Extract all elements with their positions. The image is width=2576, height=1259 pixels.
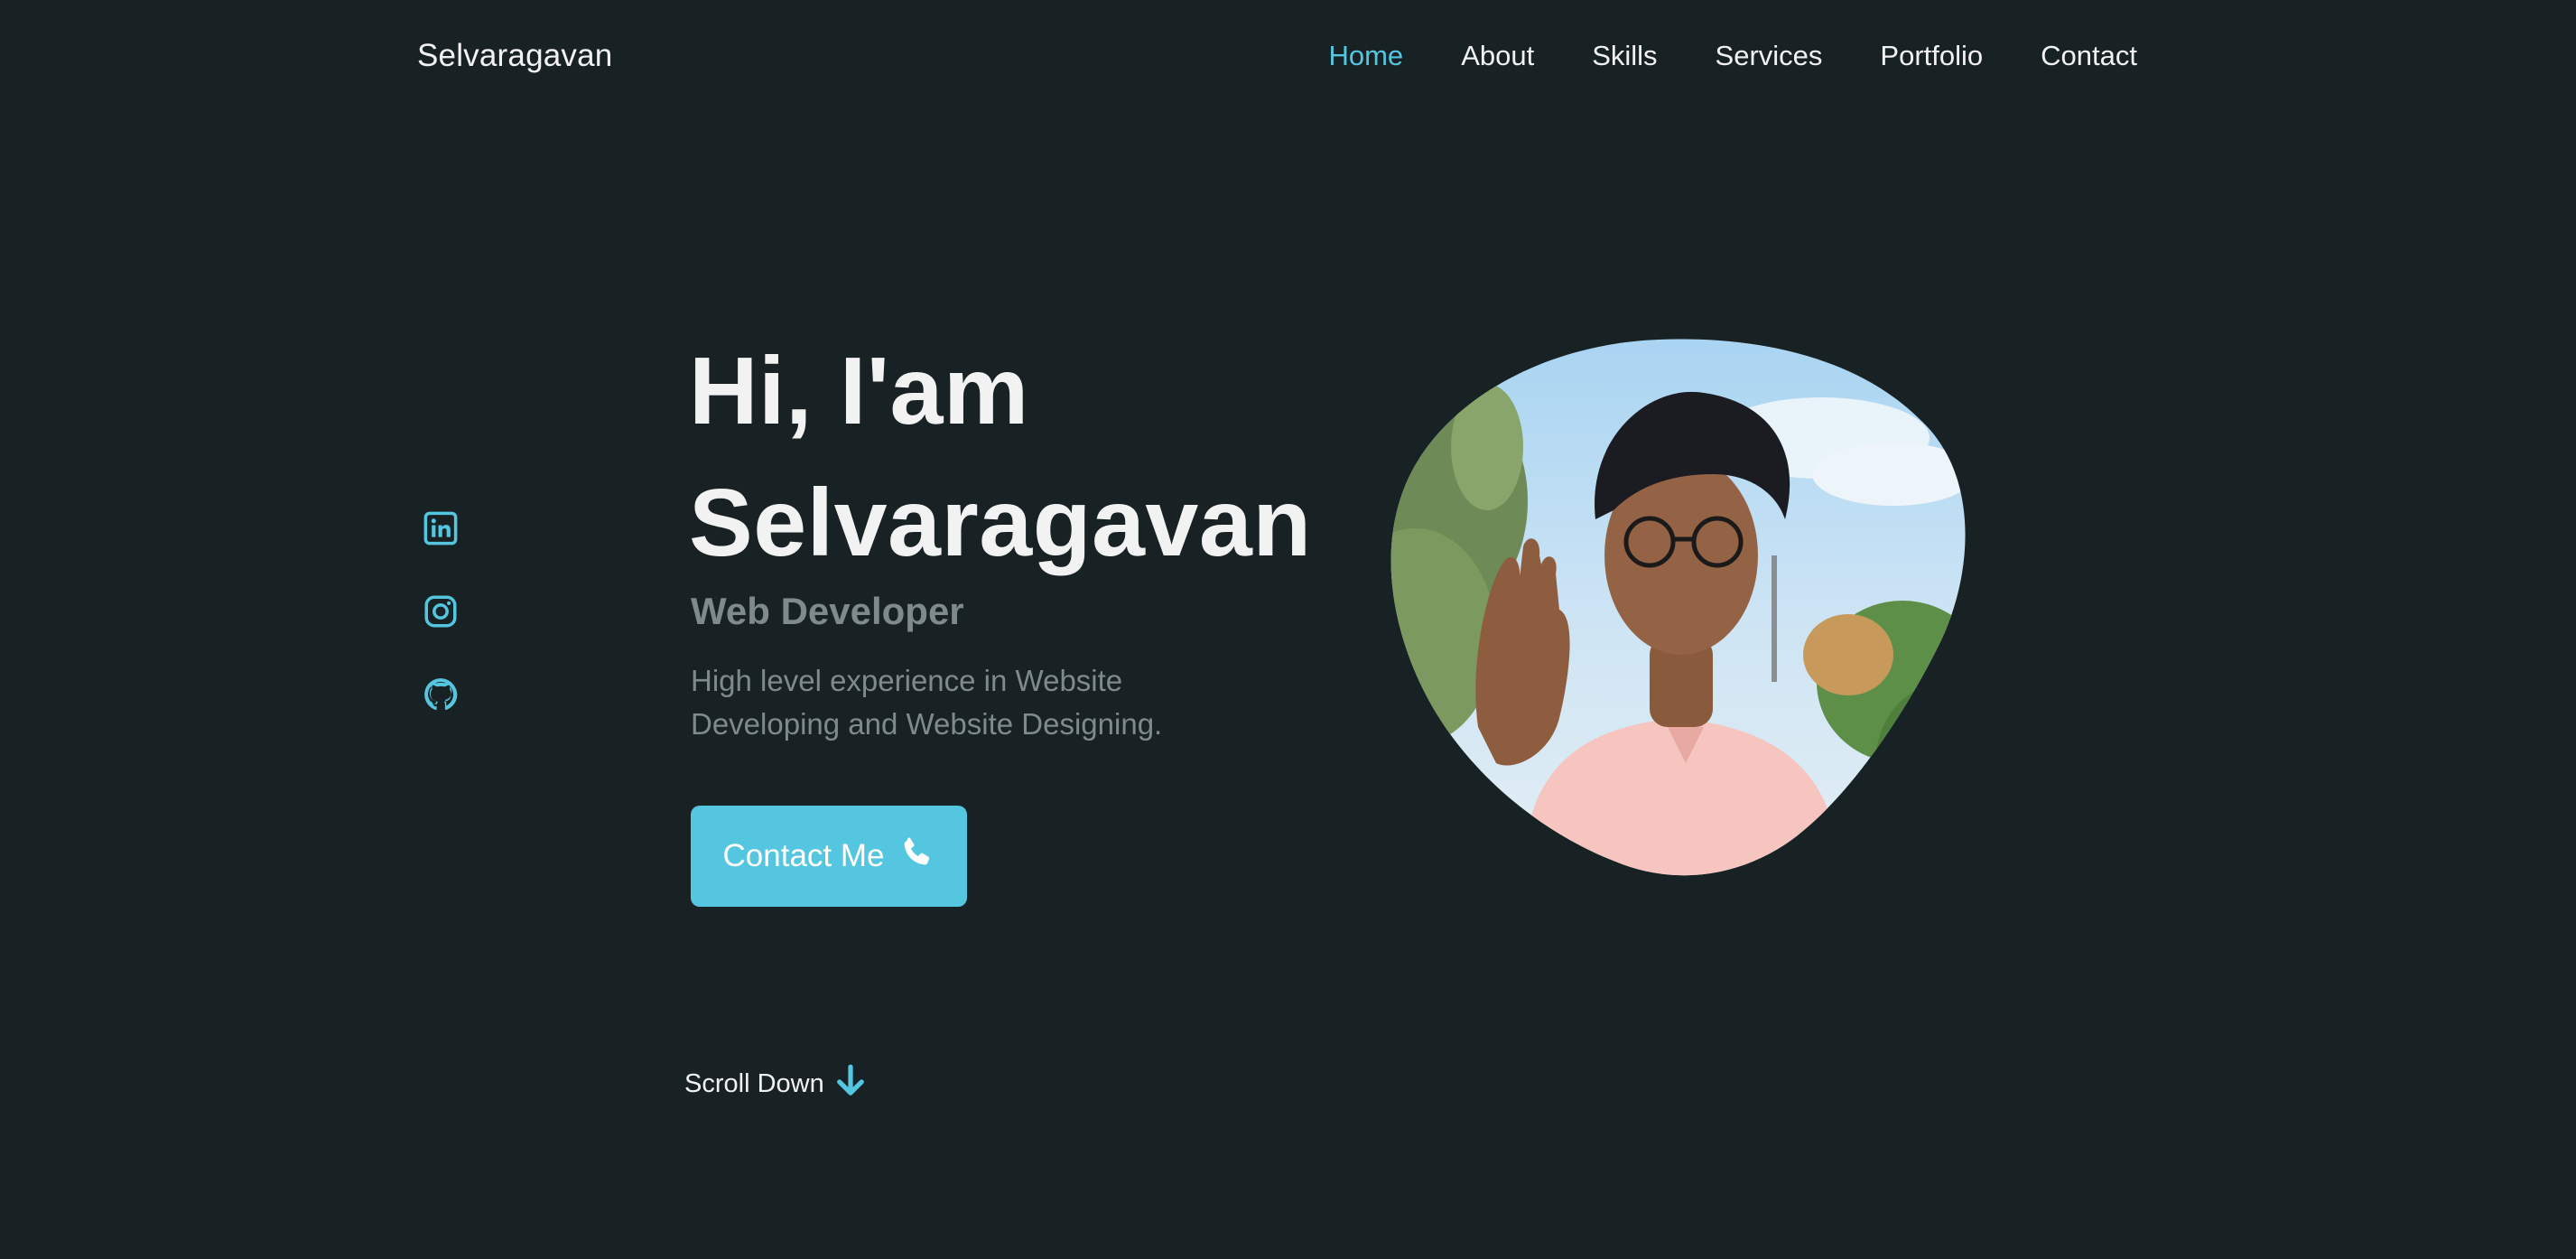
hero-subtitle: Web Developer — [691, 590, 964, 632]
hero-greeting: Hi, I'am — [689, 338, 1029, 444]
instagram-icon[interactable] — [422, 592, 460, 630]
main-nav: Home About Skills Services Portfolio Con… — [1328, 34, 2137, 78]
arrow-down-icon — [832, 1062, 870, 1105]
hero-title: Hi, I'am Selvaragavan — [689, 325, 1312, 589]
nav-item-portfolio[interactable]: Portfolio — [1880, 34, 1983, 78]
site-logo[interactable]: Selvaragavan — [417, 34, 612, 78]
nav-item-skills[interactable]: Skills — [1592, 34, 1657, 78]
nav-item-about[interactable]: About — [1461, 34, 1534, 78]
profile-image — [1388, 339, 1966, 879]
scroll-down-link[interactable]: Scroll Down — [684, 1062, 870, 1105]
contact-me-label: Contact Me — [722, 838, 885, 873]
nav-item-home[interactable]: Home — [1328, 34, 1403, 78]
nav-item-services[interactable]: Services — [1716, 34, 1823, 78]
hero-description: High level experience in Website Develop… — [691, 664, 1163, 741]
site-header: Selvaragavan Home About Skills Services … — [0, 0, 2576, 112]
phone-icon — [898, 835, 935, 879]
hero-name: Selvaragavan — [689, 470, 1312, 576]
social-links — [422, 509, 461, 713]
scroll-down-label: Scroll Down — [684, 1068, 824, 1098]
github-icon[interactable] — [422, 676, 460, 713]
nav-item-contact[interactable]: Contact — [2041, 34, 2137, 78]
contact-me-button[interactable]: Contact Me — [691, 806, 967, 907]
linkedin-icon[interactable] — [422, 509, 460, 547]
